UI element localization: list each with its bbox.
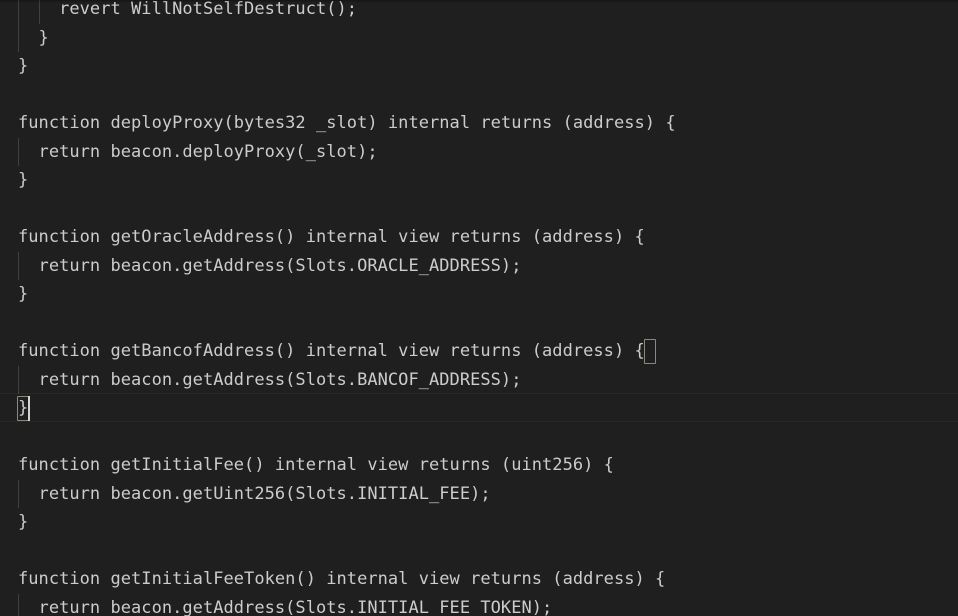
code-line[interactable]: function getInitialFeeToken() internal v… xyxy=(0,565,958,594)
code-line[interactable]: } xyxy=(0,280,958,309)
code-line[interactable]: return beacon.getUint256(Slots.INITIAL_F… xyxy=(0,480,958,509)
code-line[interactable] xyxy=(0,423,958,452)
code-line[interactable]: function getInitialFee() internal view r… xyxy=(0,451,958,480)
code-line[interactable] xyxy=(0,537,958,566)
code-line[interactable]: } xyxy=(0,508,958,537)
code-line[interactable] xyxy=(0,309,958,338)
code-line[interactable]: } xyxy=(0,52,958,81)
code-line[interactable]: return beacon.deployProxy(_slot); xyxy=(0,138,958,167)
code-editor[interactable]: revert WillNotSelfDestruct(); }} functio… xyxy=(0,0,958,616)
code-line[interactable]: return beacon.getAddress(Slots.ORACLE_AD… xyxy=(0,252,958,281)
code-content[interactable]: revert WillNotSelfDestruct(); }} functio… xyxy=(0,0,958,616)
code-line[interactable]: } xyxy=(0,24,958,53)
code-line[interactable]: return beacon.getAddress(Slots.INITIAL_F… xyxy=(0,594,958,616)
code-line[interactable]: function getOracleAddress() internal vie… xyxy=(0,223,958,252)
code-line[interactable] xyxy=(0,195,958,224)
code-line[interactable] xyxy=(0,81,958,110)
code-line[interactable]: function deployProxy(bytes32 _slot) inte… xyxy=(0,109,958,138)
code-line[interactable]: return beacon.getAddress(Slots.BANCOF_AD… xyxy=(0,366,958,395)
code-line[interactable]: } xyxy=(0,394,958,423)
code-line[interactable]: function getBancofAddress() internal vie… xyxy=(0,337,958,366)
code-line[interactable]: } xyxy=(0,166,958,195)
code-line[interactable]: revert WillNotSelfDestruct(); xyxy=(0,0,958,24)
